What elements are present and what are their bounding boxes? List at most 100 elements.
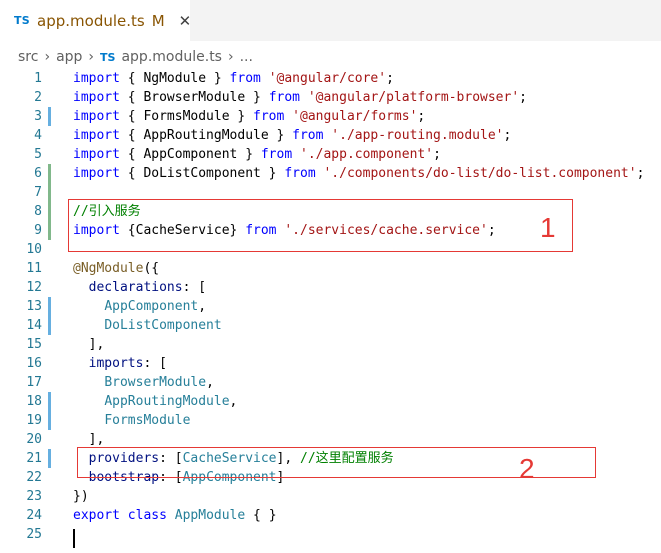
code-line[interactable]: 14 DoListComponent — [0, 316, 661, 335]
code-text: import { DoListComponent } from './compo… — [73, 164, 644, 183]
gutter-added-marker[interactable] — [48, 183, 51, 202]
code-token: AppRoutingModule — [104, 394, 230, 409]
annotation-box-1 — [68, 199, 573, 252]
gutter-modified-marker[interactable] — [48, 297, 51, 316]
line-number: 15 — [26, 337, 42, 352]
code-token: ; — [386, 71, 394, 86]
line-number: 16 — [26, 356, 42, 371]
line-number: 24 — [26, 508, 42, 523]
gutter-modified-marker[interactable] — [48, 411, 51, 430]
code-token: { DoListComponent } — [119, 166, 285, 181]
line-number: 11 — [26, 261, 42, 276]
line-number: 8 — [34, 204, 42, 219]
code-token: ({ — [143, 261, 160, 276]
code-line[interactable]: 15 ], — [0, 335, 661, 354]
line-number: 21 — [26, 451, 42, 466]
line-number: 23 — [26, 489, 42, 504]
annotation-label-2: 2 — [519, 453, 535, 484]
code-text: declarations: [ — [73, 278, 206, 297]
code-token: : [ — [182, 280, 207, 295]
line-number: 1 — [34, 71, 42, 86]
code-line[interactable]: 23}) — [0, 487, 661, 506]
close-icon[interactable]: ✕ — [179, 12, 192, 30]
tab-app-module[interactable]: TS app.module.ts M ✕ — [0, 0, 192, 41]
code-line[interactable]: 3 import { FormsModule } from '@angular/f… — [0, 107, 661, 126]
gutter-added-marker[interactable] — [48, 164, 51, 183]
code-token: BrowserModule — [104, 375, 207, 390]
code-text: BrowserModule, — [73, 373, 214, 392]
gutter-modified-marker[interactable] — [48, 316, 51, 335]
code-token: ; — [503, 128, 512, 143]
gutter-modified-marker[interactable] — [48, 107, 51, 126]
line-number: 10 — [26, 242, 42, 257]
breadcrumb-item-symbols[interactable]: ... — [240, 49, 253, 65]
code-line[interactable]: 1 import { NgModule } from '@angular/core… — [0, 69, 661, 88]
code-token: declarations — [88, 280, 183, 295]
code-text: import { AppRoutingModule } from './app-… — [73, 126, 511, 145]
code-text: import { AppComponent } from './app.comp… — [73, 145, 441, 164]
gutter-added-marker[interactable] — [48, 221, 51, 240]
code-text: imports: [ — [73, 354, 167, 373]
code-token: import — [73, 166, 120, 181]
code-token: from — [229, 71, 261, 86]
code-line[interactable]: 25 — [0, 525, 661, 544]
line-number: 25 — [26, 527, 42, 542]
gutter-added-marker[interactable] — [48, 202, 51, 221]
line-number: 14 — [26, 318, 42, 333]
line-number: 19 — [26, 413, 42, 428]
breadcrumb-item-app[interactable]: app — [56, 49, 82, 65]
line-number: 18 — [26, 394, 42, 409]
line-number: 4 — [34, 128, 42, 143]
line-number: 12 — [26, 280, 42, 295]
code-line[interactable]: 5 import { AppComponent } from './app.com… — [0, 145, 661, 164]
code-token: import — [73, 71, 120, 86]
code-token: export — [73, 508, 120, 523]
code-text: AppComponent, — [73, 297, 206, 316]
text-cursor — [73, 529, 75, 548]
code-token: '@angular/core' — [268, 71, 387, 86]
code-token: import — [73, 109, 120, 124]
code-token: { AppRoutingModule } — [119, 128, 293, 143]
code-line[interactable]: 18 AppRoutingModule, — [0, 392, 661, 411]
breadcrumb-item-file[interactable]: app.module.ts — [121, 49, 222, 65]
code-line[interactable]: 24 export class AppModule { } — [0, 506, 661, 525]
code-token: from — [268, 90, 300, 105]
code-line[interactable]: 11 @NgModule({ — [0, 259, 661, 278]
code-token: ; — [519, 90, 527, 105]
line-number: 3 — [34, 109, 42, 124]
code-text: import { BrowserModule } from '@angular/… — [73, 88, 527, 107]
code-token: import — [73, 128, 120, 143]
code-text: export class AppModule { } — [73, 506, 277, 525]
code-token: , — [229, 394, 238, 409]
code-token: , — [206, 375, 214, 390]
gutter-modified-marker[interactable] — [48, 449, 51, 468]
line-number: 20 — [26, 432, 42, 447]
gutter-modified-marker[interactable] — [48, 392, 51, 411]
code-text: AppRoutingModule, — [73, 392, 237, 411]
editor-tab-bar: TS app.module.ts M ✕ — [0, 0, 661, 41]
line-number: 17 — [26, 375, 42, 390]
code-line[interactable]: 12 declarations: [ — [0, 278, 661, 297]
code-token: ; — [636, 166, 645, 181]
code-token: AppComponent — [104, 299, 199, 314]
code-line[interactable]: 4 import { AppRoutingModule } from './app… — [0, 126, 661, 145]
code-line[interactable]: 2 import { BrowserModule } from '@angular… — [0, 88, 661, 107]
code-line[interactable]: 16 imports: [ — [0, 354, 661, 373]
code-token: { BrowserModule } — [119, 90, 269, 105]
code-line[interactable]: 6 import { DoListComponent } from './comp… — [0, 164, 661, 183]
code-token: : [ — [143, 356, 167, 371]
code-token: }) — [73, 489, 89, 504]
code-line[interactable]: 13 AppComponent, — [0, 297, 661, 316]
code-token: ; — [433, 147, 441, 162]
breadcrumb-item-src[interactable]: src — [18, 49, 38, 65]
code-token: import — [73, 147, 120, 162]
code-token: imports — [88, 356, 144, 371]
code-token: ; — [417, 109, 426, 124]
code-line[interactable]: 17 BrowserModule, — [0, 373, 661, 392]
code-line[interactable]: 19 FormsModule — [0, 411, 661, 430]
